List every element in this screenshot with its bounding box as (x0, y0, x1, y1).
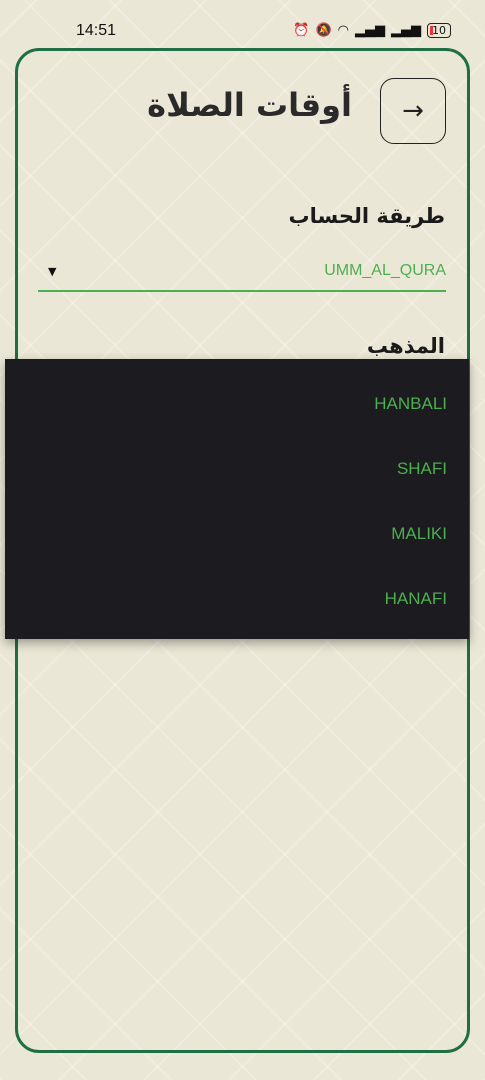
signal-icon-2: ▂▄▆ (391, 23, 421, 38)
mute-icon: 🔕 (315, 23, 332, 38)
wifi-icon: ◠ (337, 23, 349, 38)
arrow-right-icon: → (402, 96, 424, 126)
calculation-method-dropdown[interactable]: UMM_AL_QURA ▼ (38, 256, 446, 292)
signal-icon: ▂▄▆ (355, 23, 385, 38)
menu-item-shafi[interactable]: SHAFI (5, 436, 469, 501)
dropdown-caret-icon: ▼ (48, 265, 57, 278)
back-button[interactable]: → (380, 78, 446, 144)
alarm-icon: ⏰ (293, 23, 310, 38)
status-icons: ⏰ 🔕 ◠ ▂▄▆ ▂▄▆ 10 (293, 23, 451, 38)
status-time: 14:51 (76, 22, 117, 39)
menu-item-hanbali[interactable]: HANBALI (5, 371, 469, 436)
status-bar: 14:51 ⏰ 🔕 ◠ ▂▄▆ ▂▄▆ 10 (0, 22, 485, 44)
madhab-label: المذهب (366, 334, 445, 358)
madhab-dropdown-menu: HANBALI SHAFI MALIKI HANAFI (5, 359, 469, 639)
calculation-method-label: طريقة الحساب (288, 204, 445, 228)
menu-item-hanafi[interactable]: HANAFI (5, 566, 469, 631)
battery-icon: 10 (427, 23, 451, 38)
calculation-method-value: UMM_AL_QURA (324, 262, 446, 279)
page-title: أوقات الصلاة (147, 86, 352, 124)
menu-item-maliki[interactable]: MALIKI (5, 501, 469, 566)
